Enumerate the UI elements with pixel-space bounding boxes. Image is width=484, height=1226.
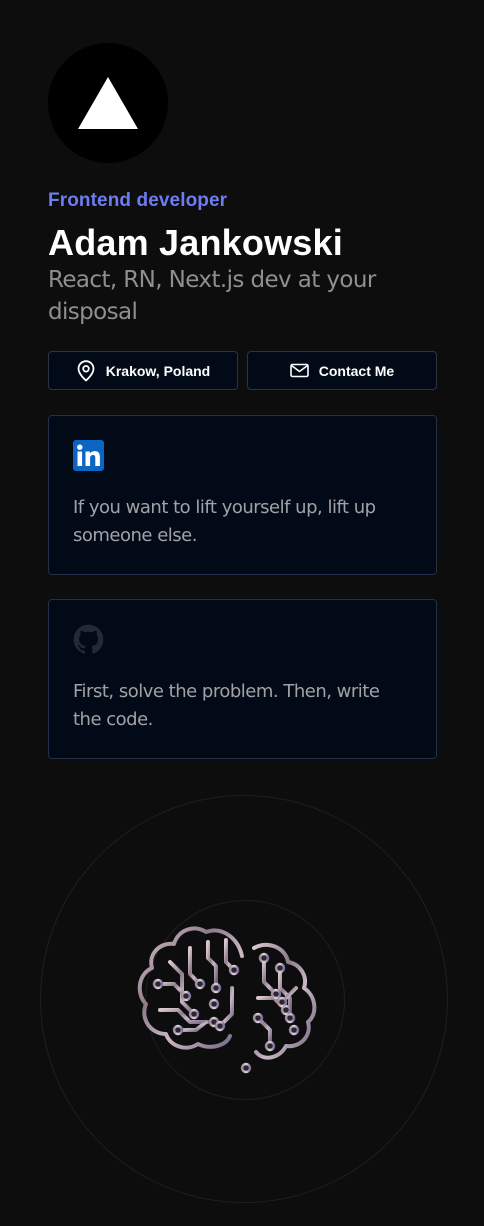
avatar xyxy=(48,43,168,163)
linkedin-quote-text: If you want to lift yourself up, lift up… xyxy=(73,497,376,546)
github-icon[interactable] xyxy=(73,624,104,655)
role-label: Frontend developer xyxy=(48,190,228,211)
triangle-logo-icon xyxy=(78,77,138,129)
contact-label: Contact Me xyxy=(318,362,395,379)
circuit-brain-icon xyxy=(137,926,317,1074)
linkedin-icon[interactable] xyxy=(73,440,104,471)
profile-name: Adam Jankowski xyxy=(48,222,343,263)
profile-tagline: React, RN, Next.js dev at your disposal xyxy=(48,267,376,325)
location-button[interactable]: Krakow, Poland xyxy=(48,351,238,390)
location-label: Krakow, Poland xyxy=(105,362,211,379)
github-quote-text: First, solve the problem. Then, write th… xyxy=(73,681,380,730)
mail-icon xyxy=(289,363,309,378)
contact-me-button[interactable]: Contact Me xyxy=(247,351,437,390)
linkedin-quote-card: If you want to lift yourself up, lift up… xyxy=(48,415,437,575)
github-quote-card: First, solve the problem. Then, write th… xyxy=(48,599,437,759)
map-pin-icon xyxy=(77,359,95,381)
